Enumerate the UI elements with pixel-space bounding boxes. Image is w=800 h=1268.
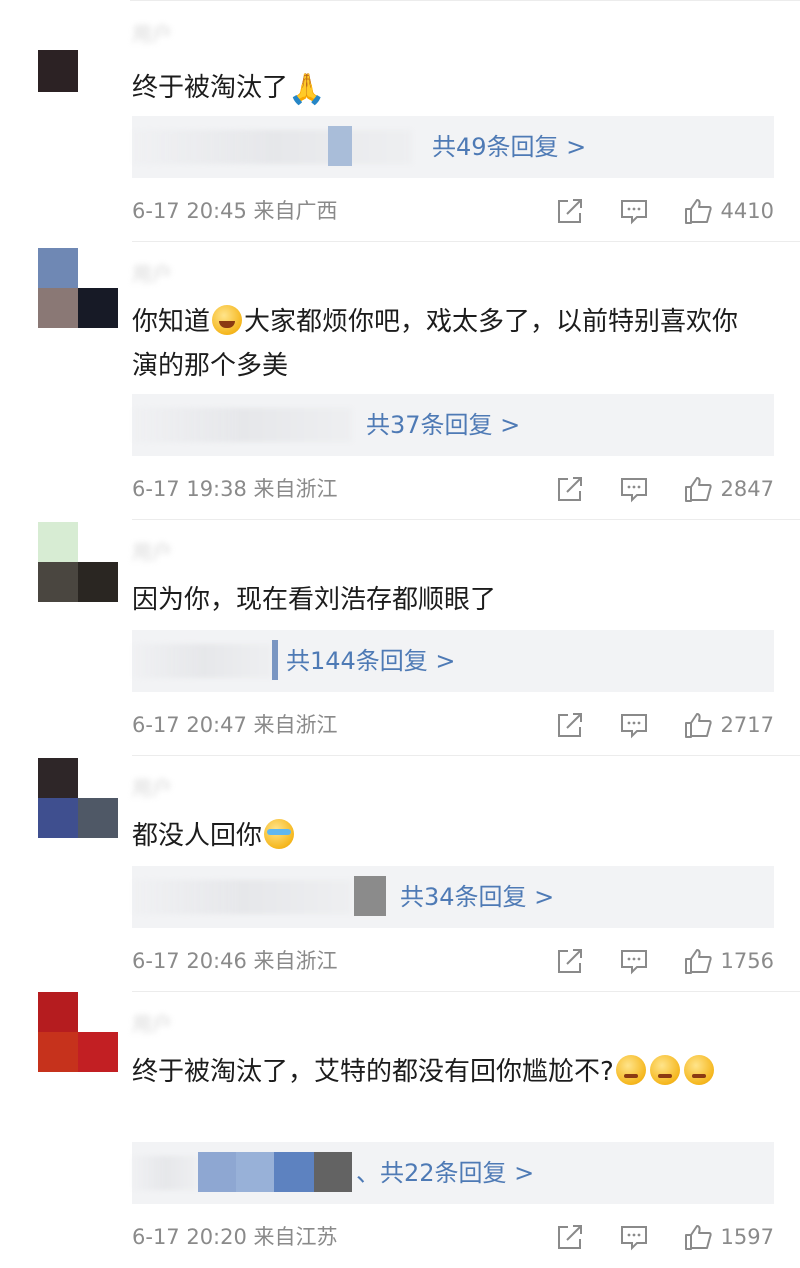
- comment-item: 用户 终于被淘汰了，艾特的都没有回你尴尬不? 、共22条回复 > 6-17 20…: [0, 992, 800, 1268]
- comment-item: 用户 都没人回你 共34条回复 > 6-17 20:46 来自浙江 1756: [0, 756, 800, 992]
- pixelated-avatar: [236, 1152, 274, 1192]
- comment-icon[interactable]: [619, 197, 649, 225]
- pray-emoji: 🙏: [288, 72, 326, 107]
- view-replies-link[interactable]: 共144条回复 >: [286, 630, 456, 692]
- blurred-reply-preview: [132, 644, 272, 678]
- timestamp: 6-17 20:20: [132, 1225, 247, 1249]
- comment-icon[interactable]: [619, 711, 649, 739]
- share-icon[interactable]: [555, 475, 585, 503]
- location: 来自浙江: [253, 713, 338, 737]
- comment-text: 因为你，现在看刘浩存都顺眼了: [132, 585, 497, 615]
- timestamp: 6-17 20:45: [132, 199, 247, 223]
- like-count: 4410: [720, 199, 774, 223]
- like-icon[interactable]: [683, 197, 713, 225]
- blurred-reply-preview: [132, 408, 352, 442]
- like-count: 2717: [720, 713, 774, 737]
- reply-preview-box[interactable]: 共49条回复 >: [132, 116, 774, 178]
- pixelated-avatar: [198, 1152, 236, 1192]
- crying-emoji: [264, 819, 295, 849]
- comment-text: 你知道 大家都烦你吧，戏太多了，以前特别喜欢你演的那个多美: [132, 305, 739, 381]
- share-icon[interactable]: [555, 711, 585, 739]
- share-icon[interactable]: [555, 197, 585, 225]
- view-replies-link[interactable]: 共37条回复 >: [366, 394, 520, 456]
- reply-preview-box[interactable]: 共37条回复 >: [132, 394, 774, 456]
- pixelated-avatar: [354, 876, 386, 916]
- blurred-reply-preview: [132, 1156, 198, 1190]
- pixelated-avatar: [314, 1152, 352, 1192]
- thinking-emoji: [683, 1055, 714, 1085]
- view-replies-link[interactable]: 共49条回复 >: [432, 116, 586, 178]
- comment-item: 用户 因为你，现在看刘浩存都顺眼了 共144条回复 > 6-17 20:47 来…: [0, 520, 800, 756]
- view-replies-link[interactable]: 、共22条回复 >: [356, 1142, 534, 1204]
- comment-icon[interactable]: [619, 475, 649, 503]
- timestamp: 6-17 20:46: [132, 949, 247, 973]
- timestamp: 6-17 19:38: [132, 477, 247, 501]
- comment-icon[interactable]: [619, 947, 649, 975]
- location: 来自浙江: [253, 477, 338, 501]
- avatar[interactable]: [38, 992, 118, 1072]
- username[interactable]: 用户: [132, 262, 322, 286]
- pixelated-avatar: [328, 126, 352, 166]
- comment-meta: 6-17 20:20 来自江苏 1597: [132, 1222, 774, 1252]
- location: 来自江苏: [253, 1225, 338, 1249]
- username[interactable]: 用户: [132, 540, 322, 564]
- avatar[interactable]: [38, 248, 118, 328]
- comment-icon[interactable]: [619, 1223, 649, 1251]
- comment-meta: 6-17 19:38 来自浙江 2847: [132, 474, 774, 504]
- view-replies-link[interactable]: 共34条回复 >: [400, 866, 554, 928]
- username[interactable]: 用户: [132, 22, 322, 46]
- share-icon[interactable]: [555, 947, 585, 975]
- pixelated-avatar: [274, 1152, 314, 1192]
- like-icon[interactable]: [683, 475, 713, 503]
- laughing-tears-emoji: [212, 305, 243, 335]
- comment-item: 用户 你知道 大家都烦你吧，戏太多了，以前特别喜欢你演的那个多美 共37条回复 >…: [0, 242, 800, 520]
- thinking-emoji: [649, 1055, 680, 1085]
- comment-item: 用户 终于被淘汰了🙏 共49条回复 > 6-17 20:45 来自广西 4410: [0, 0, 800, 242]
- reply-preview-box[interactable]: 、共22条回复 >: [132, 1142, 774, 1204]
- like-icon[interactable]: [683, 711, 713, 739]
- reply-preview-box[interactable]: 共144条回复 >: [132, 630, 774, 692]
- location: 来自广西: [253, 199, 338, 223]
- like-icon[interactable]: [683, 947, 713, 975]
- timestamp: 6-17 20:47: [132, 713, 247, 737]
- comment-meta: 6-17 20:45 来自广西 4410: [132, 196, 774, 226]
- like-count: 2847: [720, 477, 774, 501]
- comment-meta: 6-17 20:47 来自浙江 2717: [132, 710, 774, 740]
- like-icon[interactable]: [683, 1223, 713, 1251]
- reply-preview-box[interactable]: 共34条回复 >: [132, 866, 774, 928]
- like-count: 1597: [720, 1225, 774, 1249]
- avatar[interactable]: [38, 50, 118, 92]
- username[interactable]: 用户: [132, 1012, 322, 1036]
- comment-text: 终于被淘汰了🙏: [132, 72, 326, 107]
- pixelated-avatar: [272, 640, 278, 680]
- avatar[interactable]: [38, 758, 118, 838]
- comment-text: 都没人回你: [132, 814, 760, 858]
- location: 来自浙江: [253, 949, 338, 973]
- share-icon[interactable]: [555, 1223, 585, 1251]
- blurred-reply-preview: [132, 130, 412, 164]
- avatar[interactable]: [38, 522, 118, 602]
- like-count: 1756: [720, 949, 774, 973]
- blurred-reply-preview: [132, 880, 352, 914]
- username[interactable]: 用户: [132, 776, 322, 800]
- comment-meta: 6-17 20:46 来自浙江 1756: [132, 946, 774, 976]
- thinking-emoji: [615, 1055, 646, 1085]
- comment-text: 终于被淘汰了，艾特的都没有回你尴尬不?: [132, 1050, 760, 1094]
